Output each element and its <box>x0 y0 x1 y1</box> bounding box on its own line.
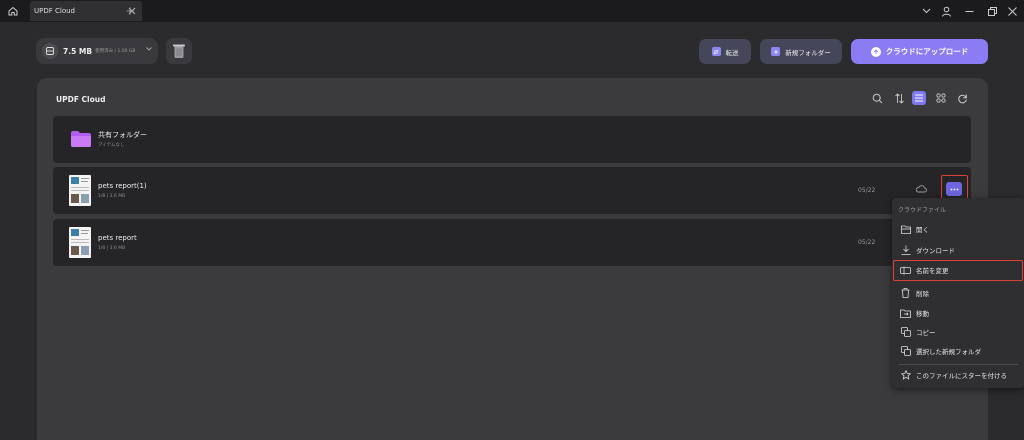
restore-icon[interactable] <box>985 4 999 18</box>
menu-item-move[interactable]: 移動 <box>892 304 1024 322</box>
menu-item-download[interactable]: ダウンロード <box>892 241 1024 259</box>
menu-item-open[interactable]: 開く <box>892 220 1024 238</box>
tab-title: UPDF Cloud <box>34 7 75 15</box>
upload-icon <box>870 46 881 57</box>
row-name: 共有フォルダー <box>98 131 147 139</box>
row-date: 05/22 <box>858 239 876 246</box>
menu-item-delete[interactable]: 削除 <box>892 284 1024 302</box>
highlight-box <box>893 260 1023 281</box>
folder-open-icon <box>900 224 911 235</box>
new-folder-button[interactable]: 新規フォルダー <box>760 39 842 64</box>
title-bar: UPDF Cloud <box>0 0 1024 22</box>
panel-title: UPDF Cloud <box>56 95 106 104</box>
menu-item-star[interactable]: このファイルにスターを付ける <box>892 366 1024 384</box>
refresh-icon[interactable] <box>955 91 969 105</box>
row-date: 05/22 <box>858 187 876 194</box>
trash-button[interactable] <box>166 38 192 64</box>
new-folder-icon <box>900 346 911 357</box>
list-view-icon[interactable] <box>912 91 926 105</box>
trash-icon <box>900 288 911 299</box>
context-menu: クラウドファイル 開く ダウンロード 名前を変更 削除 移動 コピー 選択した新… <box>892 198 1024 388</box>
minimize-icon[interactable] <box>962 4 976 18</box>
trash-icon <box>173 44 185 58</box>
chevron-down-icon <box>146 47 152 51</box>
new-folder-label: 新規フォルダー <box>785 48 831 57</box>
new-folder-icon <box>771 47 781 56</box>
file-thumbnail <box>69 227 91 258</box>
transfer-button[interactable]: 転送 <box>699 39 751 64</box>
home-icon[interactable] <box>4 2 22 20</box>
menu-divider <box>898 364 1018 365</box>
row-name: pets report <box>98 234 137 242</box>
list-item-pets-report-1[interactable]: pets report(1) 1/8 | 3.6 MB 05/22 <box>53 167 971 214</box>
upload-to-cloud-button[interactable]: クラウドにアップロード <box>851 39 988 64</box>
row-name: pets report(1) <box>98 182 147 190</box>
list-item-shared-folder[interactable]: 共有フォルダー アイテムなし <box>53 116 971 163</box>
folder-icon <box>70 130 92 148</box>
copy-icon <box>900 327 911 338</box>
search-icon[interactable] <box>870 91 884 105</box>
user-icon[interactable] <box>939 4 953 18</box>
menu-header: クラウドファイル <box>898 207 947 214</box>
plus-icon[interactable] <box>123 4 137 18</box>
transfer-label: 転送 <box>725 48 739 57</box>
download-icon <box>900 245 911 256</box>
cloud-icon <box>915 184 927 193</box>
sort-icon[interactable] <box>892 91 906 105</box>
storage-indicator[interactable]: 7.5 MB 使用済み / 1.00 GB <box>36 38 158 64</box>
upload-label: クラウドにアップロード <box>885 47 969 56</box>
transfer-icon <box>711 47 721 56</box>
storage-quota: 使用済み / 1.00 GB <box>95 49 136 54</box>
file-thumbnail <box>69 175 91 206</box>
list-item-pets-report[interactable]: pets report 1/8 | 3.6 MB 05/22 <box>53 219 971 266</box>
row-meta: 1/8 | 3.6 MB <box>98 246 126 251</box>
star-icon <box>900 370 911 381</box>
menu-item-copy[interactable]: コピー <box>892 323 1024 341</box>
row-meta: アイテムなし <box>98 143 125 148</box>
move-icon <box>900 308 911 319</box>
close-icon[interactable] <box>1005 4 1019 18</box>
grid-view-icon[interactable] <box>934 91 948 105</box>
menu-item-new-folder-with-selection[interactable]: 選択した新規フォルダ <box>892 342 1024 360</box>
row-meta: 1/8 | 3.6 MB <box>98 194 126 199</box>
storage-icon <box>42 43 58 59</box>
chevron-down-icon[interactable] <box>919 4 933 18</box>
storage-size: 7.5 MB <box>63 46 93 56</box>
